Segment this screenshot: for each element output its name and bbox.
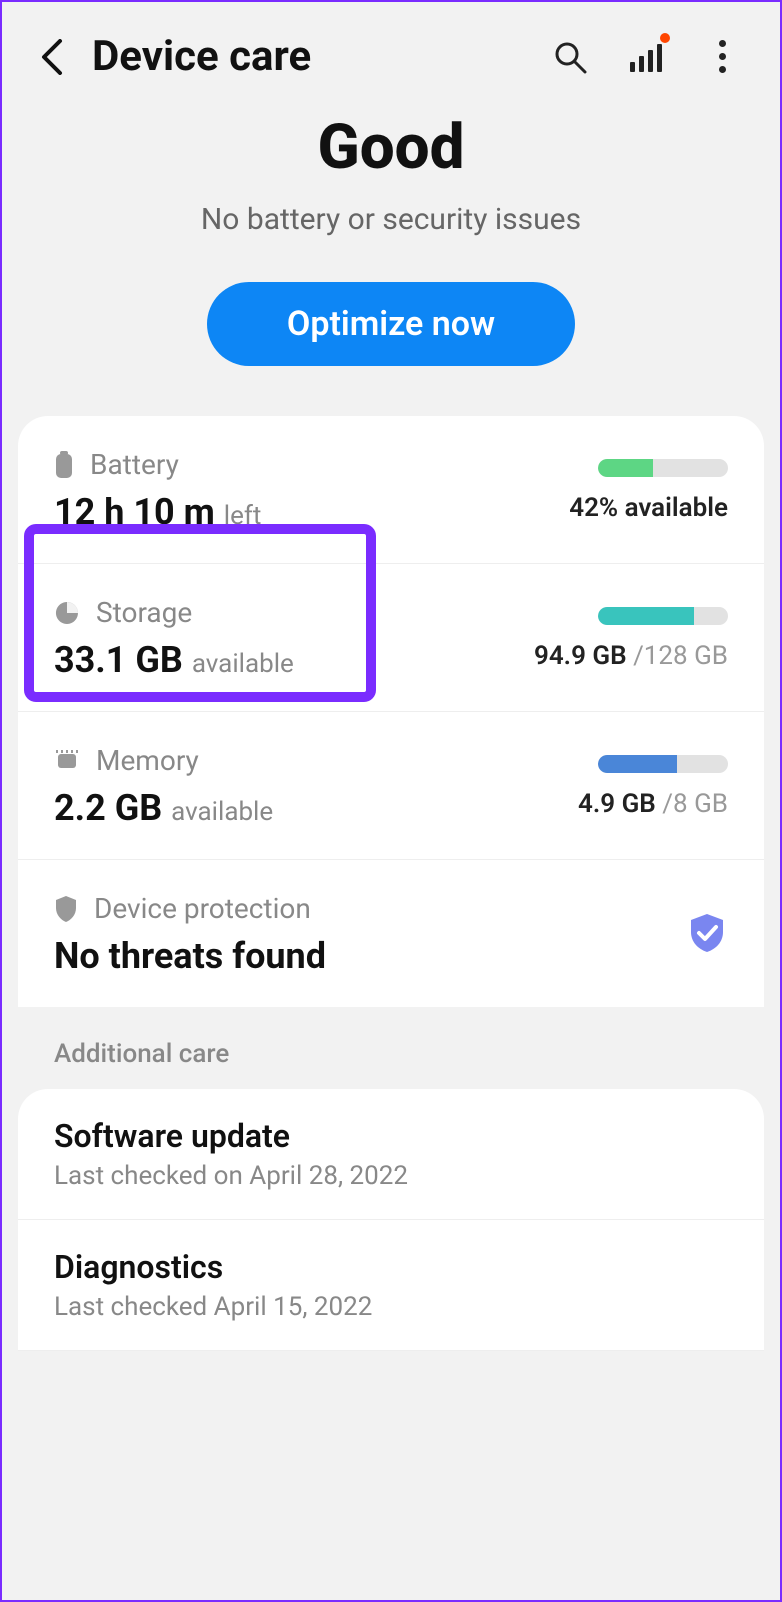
page-title: Device care xyxy=(92,32,532,81)
additional-care-label: Additional care xyxy=(18,1007,764,1089)
storage-total: 128 GB xyxy=(644,641,728,671)
memory-bar-fill xyxy=(598,755,677,773)
shield-icon xyxy=(54,895,78,923)
battery-time: 12 h 10 m xyxy=(54,491,215,533)
diagnostics-row[interactable]: Diagnostics Last checked April 15, 2022 xyxy=(18,1220,764,1351)
signal-button[interactable] xyxy=(628,39,664,75)
search-icon xyxy=(553,40,587,74)
storage-icon xyxy=(54,600,80,626)
memory-row[interactable]: Memory 2.2 GB available 4.9 GB /8 GB xyxy=(18,712,764,860)
storage-row[interactable]: Storage 33.1 GB available 94.9 GB /128 G… xyxy=(18,564,764,712)
storage-bar xyxy=(598,607,728,625)
battery-icon xyxy=(54,451,74,479)
battery-suffix: left xyxy=(224,501,262,531)
storage-bar-fill xyxy=(598,607,694,625)
software-update-sub: Last checked on April 28, 2022 xyxy=(54,1161,728,1191)
diagnostics-sub: Last checked April 15, 2022 xyxy=(54,1292,728,1322)
diagnostics-title: Diagnostics xyxy=(54,1248,728,1286)
shield-check-icon xyxy=(686,912,728,954)
more-button[interactable] xyxy=(704,39,740,75)
storage-suffix: available xyxy=(192,649,294,679)
memory-total: 8 GB xyxy=(673,789,728,819)
app-header: Device care xyxy=(2,2,780,101)
device-status-subtitle: No battery or security issues xyxy=(32,202,750,237)
protection-status: No threats found xyxy=(54,935,326,977)
notification-dot-icon xyxy=(660,33,670,43)
software-update-title: Software update xyxy=(54,1117,728,1155)
battery-bar-fill xyxy=(598,459,653,477)
protection-row[interactable]: Device protection No threats found xyxy=(18,860,764,1007)
battery-label: Battery xyxy=(90,448,179,481)
optimize-button[interactable]: Optimize now xyxy=(207,282,575,366)
storage-used: 94.9 GB xyxy=(534,641,627,671)
battery-row[interactable]: Battery 12 h 10 m left 42% available xyxy=(18,416,764,564)
signal-bars-icon xyxy=(630,42,662,72)
metrics-list: Battery 12 h 10 m left 42% available Sto… xyxy=(18,416,764,1007)
battery-percent: 42% available xyxy=(569,493,728,523)
device-status: Good xyxy=(32,111,750,184)
back-button[interactable] xyxy=(32,37,72,77)
search-button[interactable] xyxy=(552,39,588,75)
chevron-left-icon xyxy=(40,39,64,75)
more-vertical-icon xyxy=(719,40,726,73)
memory-bar xyxy=(598,755,728,773)
additional-care-section: Additional care Software update Last che… xyxy=(18,1007,764,1351)
summary-section: Good No battery or security issues Optim… xyxy=(2,111,780,416)
storage-label: Storage xyxy=(96,596,192,629)
memory-icon xyxy=(54,748,80,774)
battery-bar xyxy=(598,459,728,477)
storage-value: 33.1 GB xyxy=(54,639,183,681)
memory-value: 2.2 GB xyxy=(54,787,162,829)
memory-suffix: available xyxy=(171,797,273,827)
software-update-row[interactable]: Software update Last checked on April 28… xyxy=(18,1089,764,1220)
memory-used: 4.9 GB xyxy=(578,789,656,819)
memory-label: Memory xyxy=(96,744,199,777)
header-actions xyxy=(552,39,750,75)
protection-label: Device protection xyxy=(94,892,311,925)
